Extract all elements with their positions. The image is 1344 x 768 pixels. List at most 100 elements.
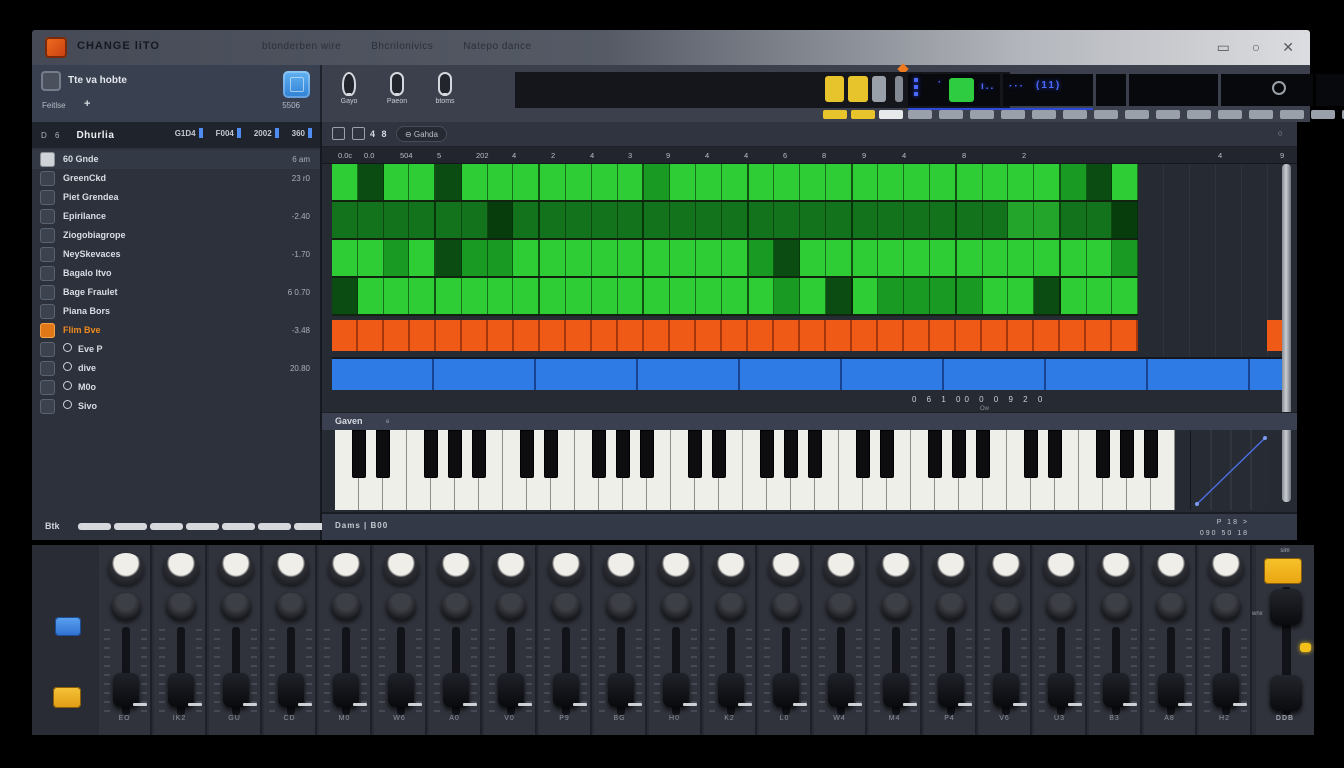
mini-button[interactable] xyxy=(939,110,963,119)
grid-cell[interactable] xyxy=(540,164,566,200)
grid-cell[interactable] xyxy=(1034,240,1061,276)
bank-button[interactable] xyxy=(186,523,219,530)
mini-button[interactable] xyxy=(1063,110,1087,119)
grid-cell[interactable] xyxy=(904,202,930,238)
grid-cell[interactable] xyxy=(436,164,462,200)
track-row[interactable]: Piet Grendea xyxy=(32,188,320,207)
grid-cell[interactable] xyxy=(774,240,800,276)
grid-cell[interactable] xyxy=(358,164,384,200)
grid-cell[interactable] xyxy=(358,240,384,276)
grid-cell[interactable] xyxy=(1034,164,1061,200)
pan-knob[interactable] xyxy=(658,553,694,585)
grid-cell[interactable] xyxy=(878,202,904,238)
fader-cap[interactable] xyxy=(223,673,249,707)
record-ring-icon[interactable] xyxy=(1272,81,1286,95)
piano-black-key[interactable] xyxy=(520,430,534,478)
power-circle-icon[interactable] xyxy=(63,400,72,409)
fader-cap[interactable] xyxy=(333,673,359,707)
timeline-ruler[interactable]: 0.0c0.05045202424394468948249 xyxy=(322,147,1297,164)
browser-action-button[interactable] xyxy=(283,71,310,98)
maximize-icon[interactable]: ○ xyxy=(1252,36,1260,58)
gain-knob[interactable] xyxy=(1101,593,1131,621)
bank-button[interactable] xyxy=(150,523,183,530)
grid-cell[interactable] xyxy=(462,164,488,200)
pan-knob[interactable] xyxy=(1043,553,1079,585)
piano-black-key[interactable] xyxy=(952,430,966,478)
bank-button[interactable] xyxy=(114,523,147,530)
grid-cell[interactable] xyxy=(462,278,488,314)
track-row[interactable]: Bage Fraulet6 0.70 xyxy=(32,283,320,302)
grid-cell[interactable] xyxy=(1112,164,1138,200)
grid-cell[interactable] xyxy=(904,278,930,314)
gain-knob[interactable] xyxy=(276,593,306,621)
grid-cell[interactable] xyxy=(800,164,826,200)
grid-cell[interactable] xyxy=(749,164,775,200)
mixer-blue-button[interactable] xyxy=(55,617,81,636)
piano-black-key[interactable] xyxy=(472,430,486,478)
grid-cell[interactable] xyxy=(409,164,436,200)
track-row[interactable]: Bagalo Itvo xyxy=(32,264,320,283)
gain-knob[interactable] xyxy=(881,593,911,621)
mini-button[interactable] xyxy=(851,110,875,119)
grid-cell[interactable] xyxy=(384,164,410,200)
bank-button[interactable] xyxy=(222,523,255,530)
grid-cell[interactable] xyxy=(488,164,514,200)
grid-cell[interactable] xyxy=(409,240,436,276)
pan-knob[interactable] xyxy=(988,553,1024,585)
grid-cell[interactable] xyxy=(800,278,826,314)
grid-cell[interactable] xyxy=(878,278,904,314)
grid-cell[interactable] xyxy=(436,278,462,314)
piano-black-key[interactable] xyxy=(1048,430,1062,478)
bank-button[interactable] xyxy=(78,523,111,530)
grid-cell[interactable] xyxy=(800,240,826,276)
piano-black-key[interactable] xyxy=(592,430,606,478)
pan-knob[interactable] xyxy=(933,553,969,585)
grid-cell[interactable] xyxy=(696,164,722,200)
grid-cell[interactable] xyxy=(853,278,879,314)
grid-cell[interactable] xyxy=(358,202,384,238)
gain-knob[interactable] xyxy=(496,593,526,621)
grid-cell[interactable] xyxy=(1008,202,1034,238)
grid-cell[interactable] xyxy=(513,164,540,200)
track-row[interactable]: M0o xyxy=(32,378,320,397)
transport-pad[interactable] xyxy=(872,76,886,102)
grid-cell[interactable] xyxy=(332,202,358,238)
grid-cell[interactable] xyxy=(957,164,983,200)
pan-knob[interactable] xyxy=(383,553,419,585)
grid-cell[interactable] xyxy=(826,240,853,276)
piano-black-key[interactable] xyxy=(712,430,726,478)
menu-item[interactable]: btonderben wire xyxy=(262,41,341,52)
gain-knob[interactable] xyxy=(936,593,966,621)
grid-cell[interactable] xyxy=(800,202,826,238)
grid-cell[interactable] xyxy=(566,278,592,314)
grid-cell[interactable] xyxy=(566,202,592,238)
close-icon[interactable]: ✕ xyxy=(1282,36,1294,58)
gain-knob[interactable] xyxy=(111,593,141,621)
gain-knob[interactable] xyxy=(771,593,801,621)
grid-cell[interactable] xyxy=(384,278,410,314)
play-pad[interactable] xyxy=(949,78,974,102)
grid-cell[interactable] xyxy=(618,240,645,276)
pan-knob[interactable] xyxy=(548,553,584,585)
minimize-icon[interactable]: ▭ xyxy=(1217,36,1230,58)
grid-cell[interactable] xyxy=(592,278,618,314)
fader-cap[interactable] xyxy=(938,673,964,707)
grid-cell[interactable] xyxy=(670,164,696,200)
orange-clip-row[interactable] xyxy=(332,320,1138,351)
grid-cell[interactable] xyxy=(384,240,410,276)
gain-knob[interactable] xyxy=(551,593,581,621)
grid-cell[interactable] xyxy=(566,240,592,276)
grid-cell[interactable] xyxy=(644,240,670,276)
track-row[interactable]: Piana Bors xyxy=(32,302,320,321)
fader-cap[interactable] xyxy=(278,673,304,707)
mini-button[interactable] xyxy=(879,110,903,119)
piano-black-key[interactable] xyxy=(976,430,990,478)
transport-pad[interactable] xyxy=(848,76,868,102)
grid-cell[interactable] xyxy=(332,240,358,276)
menu-item[interactable]: Natepo dance xyxy=(463,41,531,52)
grid-cell[interactable] xyxy=(1061,202,1087,238)
gain-knob[interactable] xyxy=(166,593,196,621)
grid-cell[interactable] xyxy=(462,240,488,276)
track-row[interactable]: 60 Gnde6 am xyxy=(32,150,320,169)
grid-cell[interactable] xyxy=(592,240,618,276)
